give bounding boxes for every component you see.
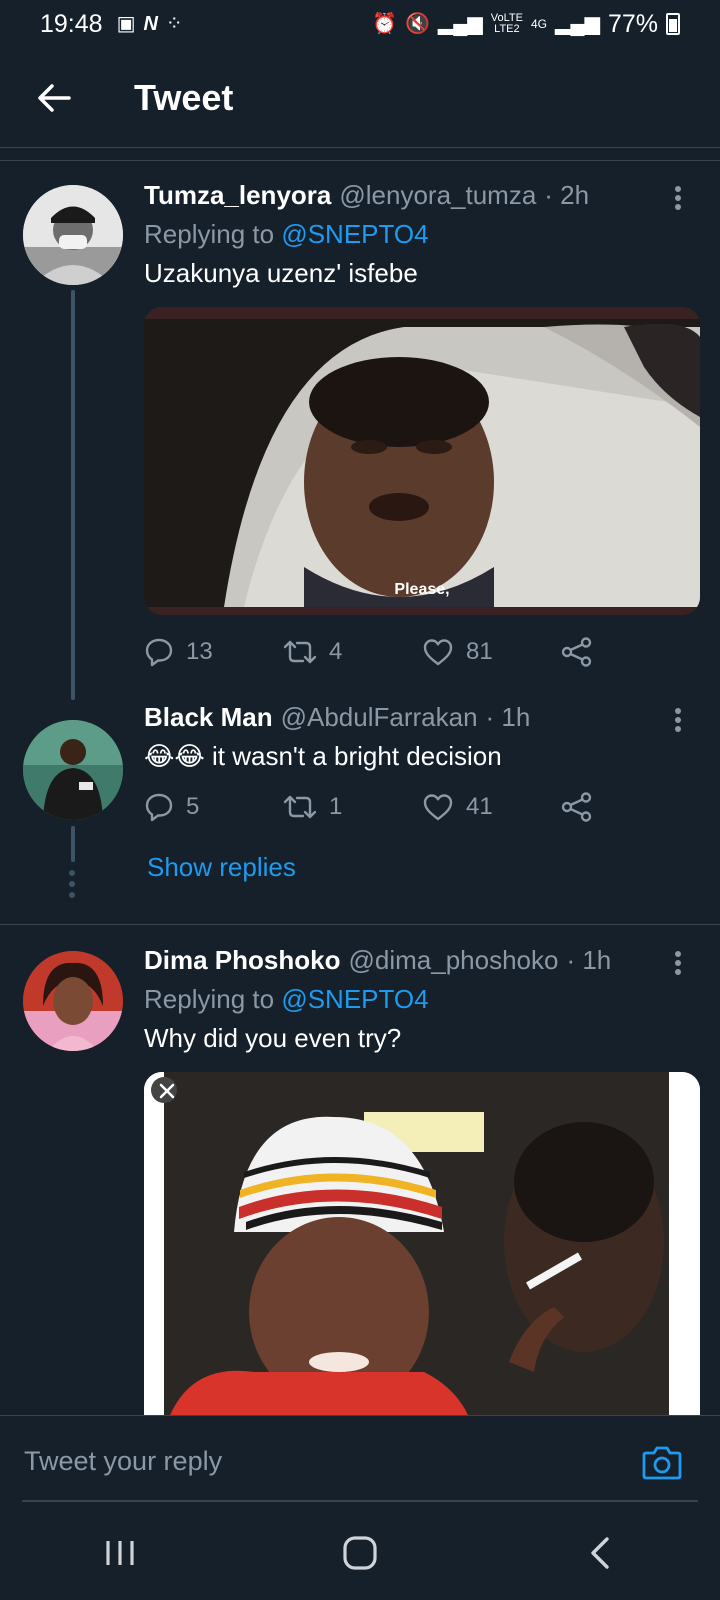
mention-link[interactable]: @SNEPTO4 (281, 219, 428, 249)
gallery-notification-icon: ▣ (116, 13, 136, 35)
reply-button[interactable]: 5 (144, 792, 283, 822)
reply-bar: Tweet your reply (0, 1415, 720, 1505)
reply-count: 13 (186, 638, 213, 665)
avatar-image (23, 951, 123, 1051)
replying-to: Replying to @SNEPTO4 (144, 219, 429, 249)
user-handle[interactable]: @lenyora_tumza (339, 180, 536, 211)
mention-link[interactable]: @SNEPTO4 (281, 984, 428, 1014)
divider (0, 160, 720, 161)
status-time: 19:48 (40, 9, 103, 38)
camera-button[interactable] (642, 1444, 682, 1485)
reply-icon (145, 638, 173, 667)
display-name[interactable]: Black Man (144, 702, 273, 733)
close-icon (159, 1083, 175, 1099)
tweet-text: Uzakunya uzenz' isfebe (144, 258, 418, 288)
apps-notification-icon: ⁘ (165, 13, 183, 35)
like-count: 41 (466, 793, 493, 820)
page-title: Tweet (134, 76, 234, 118)
battery-percent: 77% (607, 9, 658, 38)
media-image (144, 1072, 700, 1415)
volte-lte-icon: VoLTE LTE2 (490, 12, 523, 35)
signal-icon: ▂▄▆ (437, 13, 483, 35)
tweet-reply-input[interactable]: Tweet your reply (24, 1446, 222, 1477)
thread-line (71, 290, 75, 700)
camera-icon (642, 1446, 682, 1480)
tweet-actions: 13 4 81 (144, 637, 700, 667)
reply-button[interactable]: 13 (144, 637, 283, 667)
retweet-count: 4 (329, 638, 343, 665)
share-icon (561, 792, 592, 822)
tweet-meta: Black Man @AbdulFarrakan · 1h (144, 702, 700, 733)
thread-line (71, 826, 75, 862)
tweet-media[interactable] (144, 1072, 700, 1415)
home-icon (343, 1535, 377, 1570)
tweet-3[interactable]: Dima Phoshoko @dima_phoshoko · 1h Replyi… (0, 945, 720, 1415)
replying-to: Replying to @SNEPTO4 (144, 984, 429, 1014)
tweet-time: · 1h (485, 702, 531, 732)
display-name[interactable]: Tumza_lenyora (144, 180, 331, 211)
tweet-meta: Tumza_lenyora @lenyora_tumza · 2h (144, 180, 700, 211)
tweet-time: · 2h (544, 180, 590, 210)
show-replies-link[interactable]: Show replies (147, 852, 700, 883)
retweet-icon (283, 795, 317, 819)
network-4g-icon: 4G (531, 17, 548, 31)
like-icon (423, 639, 453, 666)
tweet-2[interactable]: Black Man @AbdulFarrakan · 1h 😂😂 it wasn… (0, 702, 720, 922)
share-icon (561, 637, 592, 667)
news-notification-icon: N (143, 13, 158, 35)
home-button[interactable] (320, 1523, 400, 1583)
like-icon (423, 794, 453, 821)
tweet-text: 😂😂 it wasn't a bright decision (144, 741, 502, 771)
recent-apps-icon (106, 1540, 134, 1565)
retweet-button[interactable]: 4 (283, 637, 422, 667)
tweet-media[interactable]: Please, (144, 307, 700, 615)
display-name[interactable]: Dima Phoshoko (144, 945, 340, 976)
reply-count: 5 (186, 793, 200, 820)
media-caption: Please, (394, 581, 450, 598)
system-nav-bar (0, 1505, 720, 1600)
share-button[interactable] (561, 637, 700, 667)
share-button[interactable] (561, 792, 700, 822)
battery-icon (666, 13, 680, 35)
avatar[interactable] (23, 951, 123, 1051)
alarm-icon: ⏰ (372, 13, 397, 35)
tweet-text: Why did you even try? (144, 1023, 402, 1053)
back-arrow-icon (38, 83, 71, 112)
thread-dots (69, 870, 75, 898)
tweet-1[interactable]: Tumza_lenyora @lenyora_tumza · 2h Replyi… (0, 180, 720, 700)
tweet-time: · 1h (566, 945, 612, 975)
recent-apps-button[interactable] (80, 1523, 160, 1583)
top-app-bar: Tweet (0, 48, 720, 148)
like-count: 81 (466, 638, 493, 665)
like-button[interactable]: 41 (422, 792, 561, 822)
avatar[interactable] (23, 185, 123, 285)
reply-icon (145, 793, 173, 822)
retweet-button[interactable]: 1 (283, 792, 422, 822)
tweet-meta: Dima Phoshoko @dima_phoshoko · 1h (144, 945, 700, 976)
tweet-actions: 5 1 41 (144, 792, 700, 822)
like-button[interactable]: 81 (422, 637, 561, 667)
retweet-icon (283, 640, 317, 664)
retweet-count: 1 (329, 793, 343, 820)
emoji: 😂😂 (144, 741, 205, 771)
avatar-image (23, 720, 123, 820)
mute-icon: 🔇 (404, 13, 430, 35)
nav-back-icon (591, 1536, 609, 1569)
signal-2-icon: ▂▄▆ (555, 13, 600, 35)
media-image (144, 307, 700, 615)
user-handle[interactable]: @AbdulFarrakan (281, 702, 478, 733)
divider (0, 924, 720, 925)
system-back-button[interactable] (560, 1523, 640, 1583)
close-media-button[interactable] (154, 1078, 180, 1104)
avatar-image (23, 185, 123, 285)
reply-underline (22, 1500, 698, 1502)
status-bar: 19:48 ▣ N ⁘ ⏰ 🔇 ▂▄▆ VoLTE LTE2 4G ▂▄▆ 77% (0, 0, 720, 48)
user-handle[interactable]: @dima_phoshoko (348, 945, 558, 976)
avatar[interactable] (23, 720, 123, 820)
back-button[interactable] (26, 70, 82, 126)
